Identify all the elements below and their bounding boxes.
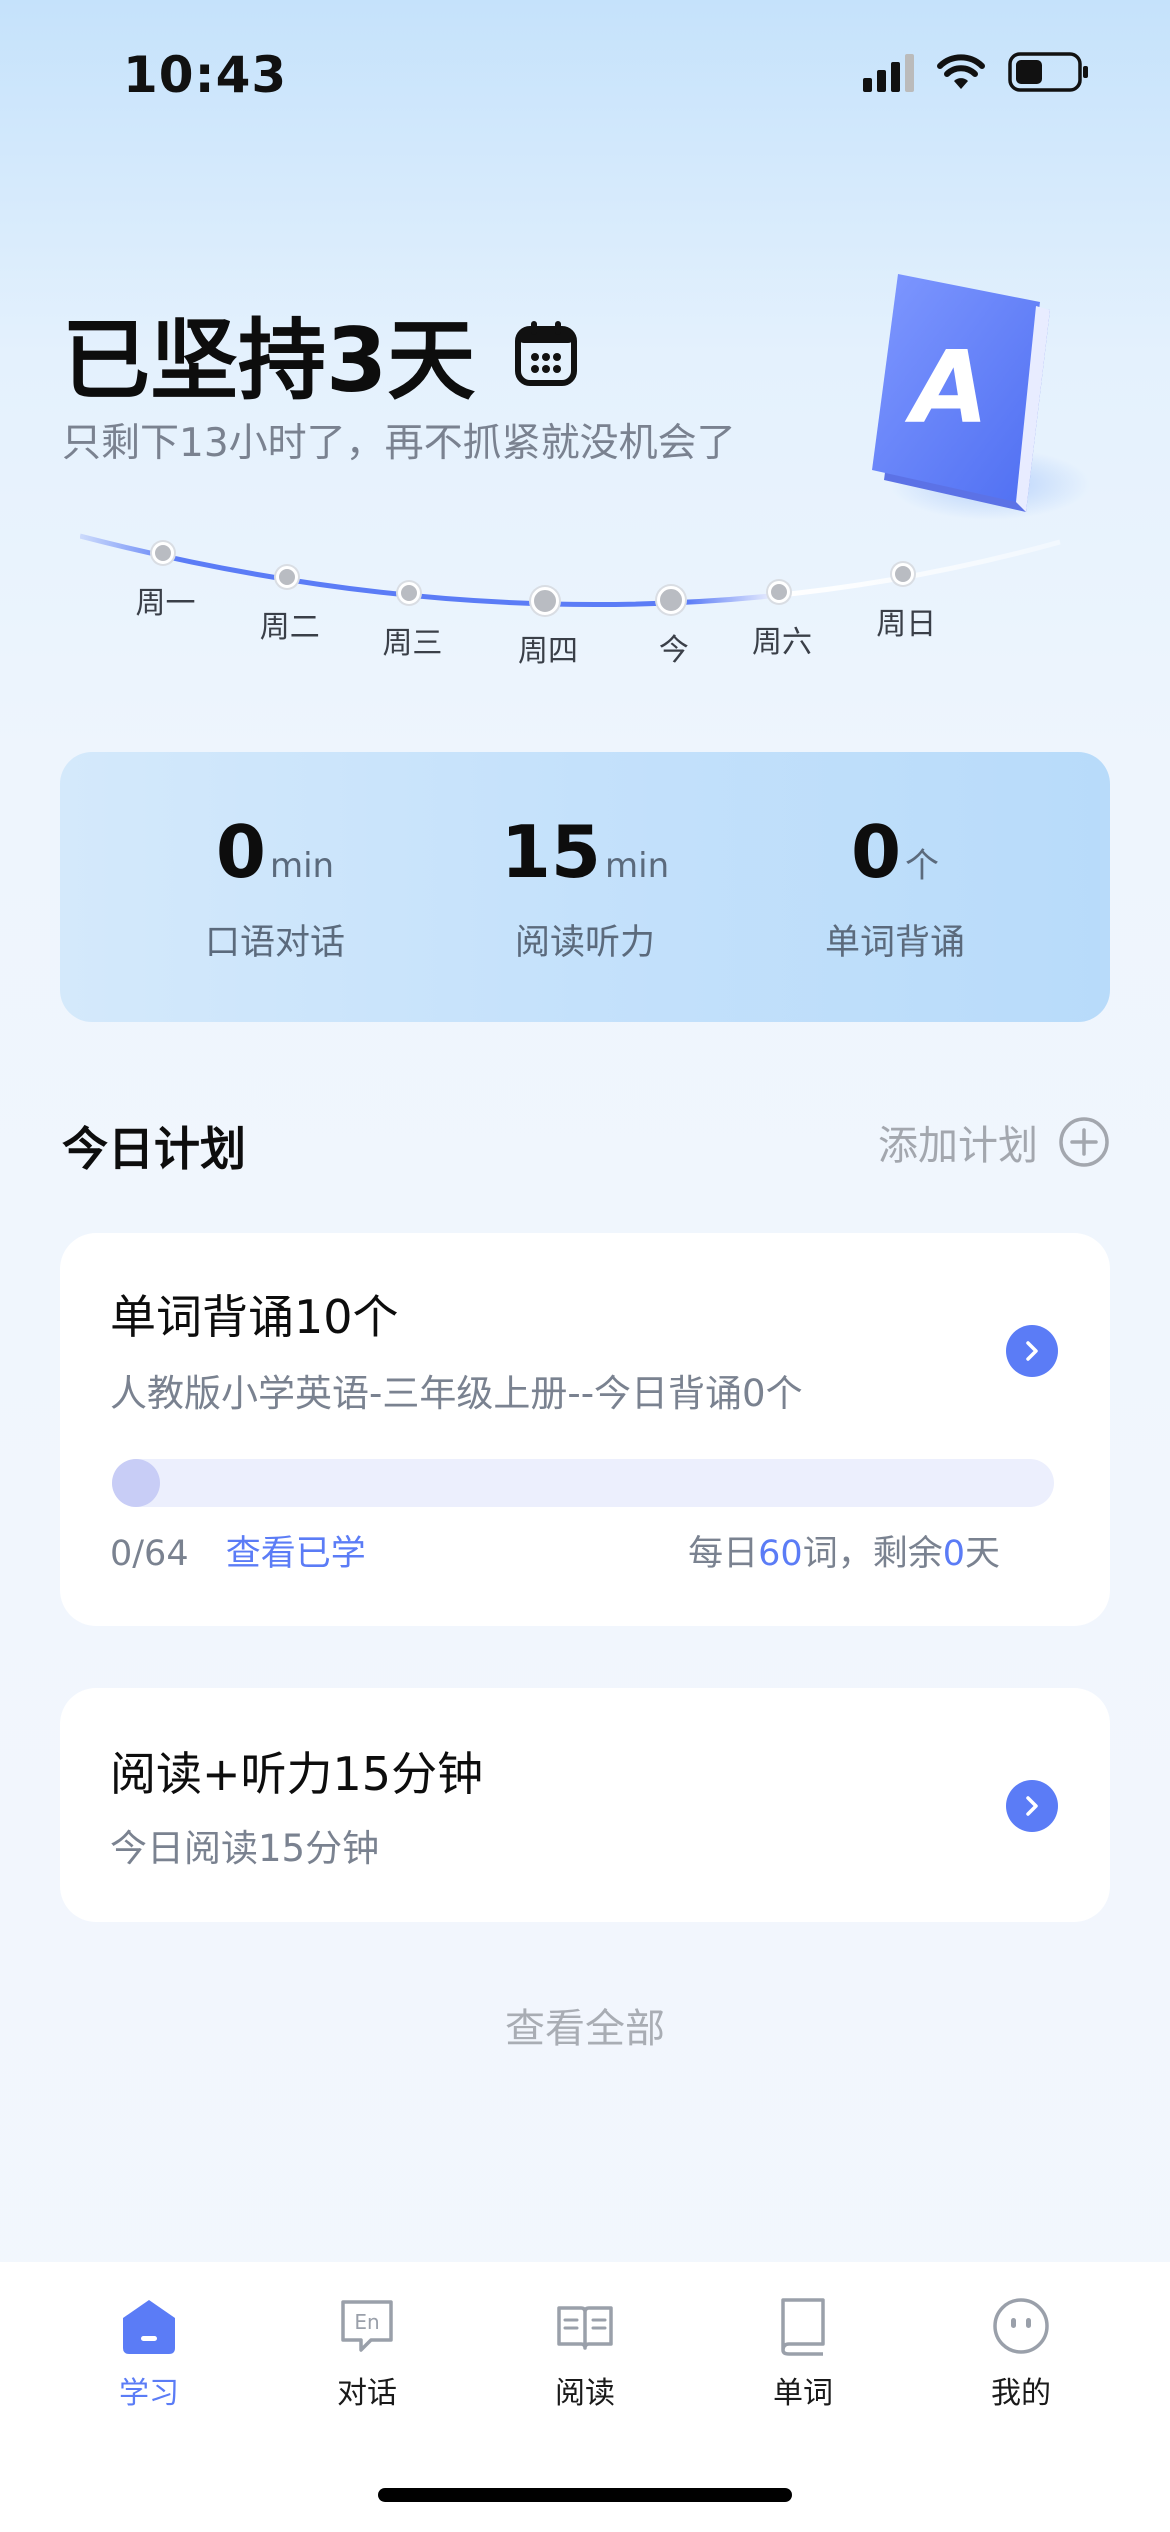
plan-card-title: 单词背诵10个 bbox=[110, 1290, 399, 1344]
plan-title: 今日计划 bbox=[62, 1122, 246, 1176]
view-learned-link[interactable]: 查看已学 bbox=[226, 1534, 366, 1574]
week-day-label: 今 bbox=[658, 632, 689, 668]
progress-count: 0/64 bbox=[110, 1534, 189, 1574]
tab-label: 学习 bbox=[119, 2376, 179, 2411]
week-day-label: 周六 bbox=[752, 624, 812, 660]
streak-subtitle: 只剩下13小时了，再不抓紧就没机会了 bbox=[62, 421, 736, 466]
tab-label: 我的 bbox=[991, 2376, 1051, 2411]
stat-speaking[interactable]: 0 min 口语对话 bbox=[145, 810, 405, 965]
status-time: 10:43 bbox=[123, 46, 288, 104]
progress-row: 0/64 查看已学 每日60词，剩余0天 bbox=[110, 1525, 1000, 1576]
streak-title: 已坚持3天 bbox=[62, 290, 578, 417]
daily-prefix: 每日 bbox=[688, 1534, 759, 1574]
cellular-signal-icon bbox=[863, 52, 914, 92]
chat-en-icon: En bbox=[341, 2300, 393, 2352]
stat-unit: min bbox=[269, 845, 335, 886]
battery-icon bbox=[1008, 52, 1090, 92]
status-icons bbox=[863, 52, 1090, 92]
stat-value: 0 bbox=[850, 809, 902, 894]
streak-title-text: 已坚持3天 bbox=[62, 309, 476, 412]
week-day-label: 周一 bbox=[135, 586, 196, 622]
stat-words[interactable]: 0个 单词背诵 bbox=[765, 810, 1025, 965]
week-day-dot bbox=[151, 542, 174, 565]
week-day-dot bbox=[531, 586, 559, 615]
week-day-dot bbox=[275, 565, 298, 588]
stat-unit: min bbox=[605, 845, 670, 886]
home-icon bbox=[123, 2300, 175, 2354]
week-day-dot bbox=[656, 585, 685, 614]
daily-count: 60 bbox=[758, 1534, 803, 1574]
tab-label: 单词 bbox=[773, 2376, 833, 2411]
chevron-right-icon[interactable] bbox=[1006, 1325, 1058, 1377]
tab-dialogue[interactable]: En 对话 bbox=[287, 2296, 447, 2412]
days-left: 0 bbox=[942, 1534, 965, 1574]
week-day-label: 周三 bbox=[382, 625, 443, 661]
chevron-right-icon[interactable] bbox=[1006, 1780, 1058, 1832]
tab-bar: 学习 En 对话 阅读 单词 我的 bbox=[0, 2262, 1170, 2532]
week-day-label: 周日 bbox=[876, 607, 937, 643]
svg-text:En: En bbox=[354, 2310, 379, 2334]
week-day-dot bbox=[768, 580, 790, 603]
add-plan-label: 添加计划 bbox=[878, 1123, 1038, 1169]
wifi-icon bbox=[936, 53, 986, 91]
tab-me[interactable]: 我的 bbox=[941, 2296, 1101, 2412]
stat-label: 单词背诵 bbox=[824, 922, 965, 963]
week-progress: 周一周二 周三 周四 今 周六 周日 bbox=[80, 520, 1080, 680]
plan-card-desc: 今日阅读15分钟 bbox=[110, 1827, 380, 1870]
daily-mid: 词，剩余 bbox=[802, 1534, 943, 1574]
stat-value: 0 bbox=[215, 809, 266, 894]
stat-label: 阅读听力 bbox=[514, 922, 655, 963]
add-plan-button[interactable]: 添加计划 bbox=[878, 1113, 1110, 1171]
stat-unit: 个 bbox=[905, 845, 940, 886]
plus-circle-icon bbox=[1059, 1117, 1109, 1167]
smile-icon bbox=[993, 2298, 1049, 2354]
progress-bar bbox=[112, 1459, 1054, 1507]
plan-card-desc: 人教版小学英语-三年级上册--今日背诵0个 bbox=[110, 1372, 803, 1415]
stat-reading[interactable]: 15 min 阅读听力 bbox=[455, 810, 715, 965]
week-day-label: 周四 bbox=[518, 633, 578, 669]
tab-label: 对话 bbox=[337, 2376, 397, 2411]
book-illustration: A bbox=[872, 274, 1090, 520]
book-icon bbox=[781, 2298, 825, 2356]
plan-card-reading[interactable]: 阅读+听力15分钟 今日阅读15分钟 bbox=[60, 1688, 1110, 1922]
stat-label: 口语对话 bbox=[204, 922, 345, 963]
tab-reading[interactable]: 阅读 bbox=[505, 2296, 665, 2412]
progress-fill bbox=[112, 1459, 160, 1507]
week-day-dot bbox=[398, 581, 421, 604]
open-book-icon bbox=[557, 2306, 613, 2350]
daily-suffix: 天 bbox=[964, 1534, 1000, 1574]
tab-label: 阅读 bbox=[555, 2376, 615, 2411]
stat-value: 15 bbox=[500, 809, 602, 894]
week-day-label: 周二 bbox=[259, 609, 320, 645]
book-letter: A bbox=[904, 329, 988, 446]
daily-quota: 每日60词，剩余0天 bbox=[688, 1525, 1000, 1576]
tab-study[interactable]: 学习 bbox=[69, 2296, 229, 2412]
view-all-link[interactable]: 查看全部 bbox=[0, 1996, 1170, 2054]
stats-card: 0 min 口语对话 15 min 阅读听力 0个 单词背诵 bbox=[60, 752, 1110, 1022]
plan-card-title: 阅读+听力15分钟 bbox=[110, 1747, 484, 1801]
tab-words[interactable]: 单词 bbox=[723, 2296, 883, 2412]
calendar-icon[interactable] bbox=[515, 320, 578, 387]
plan-card-words[interactable]: 单词背诵10个 人教版小学英语-三年级上册--今日背诵0个 0/64 查看已学 … bbox=[60, 1233, 1110, 1626]
home-indicator[interactable] bbox=[378, 2488, 792, 2502]
